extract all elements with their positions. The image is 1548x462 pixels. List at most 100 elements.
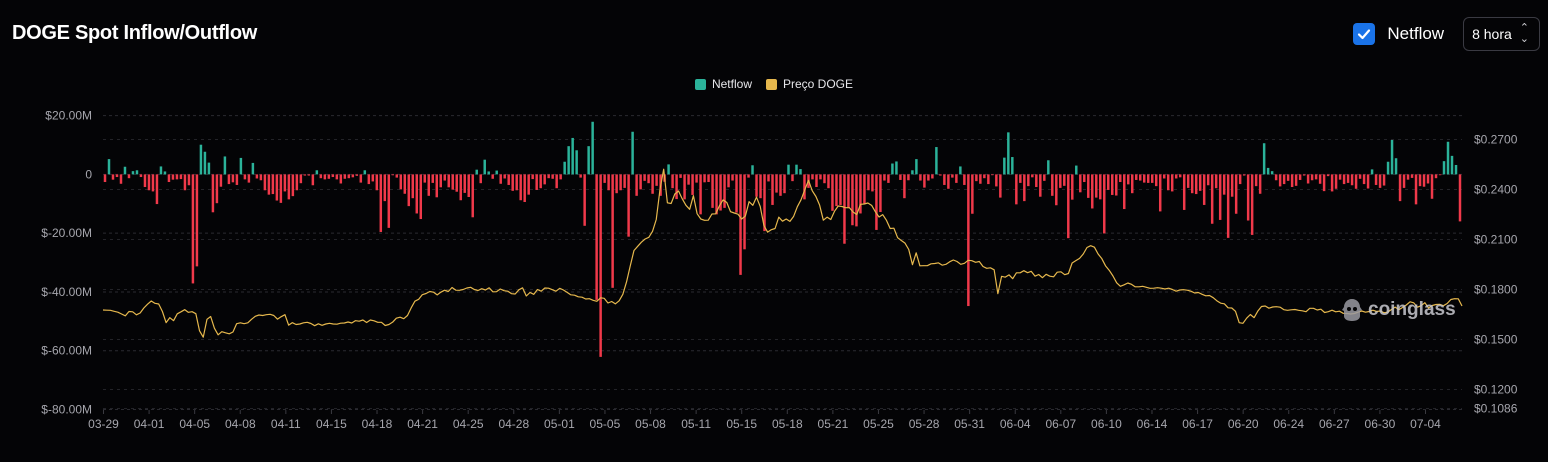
netflow-bar	[1450, 155, 1454, 175]
netflow-bar	[1182, 174, 1186, 210]
netflow-bar	[831, 174, 834, 211]
netflow-bar	[911, 170, 914, 175]
netflow-bar	[1067, 174, 1070, 239]
netflow-bar	[919, 174, 922, 181]
netflow-bar	[215, 174, 219, 204]
netflow-bar	[1075, 165, 1078, 175]
netflow-bar	[647, 174, 650, 184]
netflow-bar	[759, 174, 762, 199]
y-right-tick-label: $0.1086	[1474, 402, 1518, 416]
y-right-tick-label: $0.1800	[1474, 283, 1518, 297]
netflow-bar	[887, 174, 890, 183]
netflow-bar	[411, 174, 415, 199]
netflow-bar	[755, 174, 758, 197]
netflow-bar	[1170, 174, 1174, 192]
netflow-bar	[499, 174, 502, 184]
netflow-bar	[923, 174, 926, 188]
netflow-bar	[567, 146, 570, 175]
netflow-bar	[231, 174, 235, 183]
netflow-bar	[951, 174, 954, 178]
netflow-bar	[1158, 174, 1162, 212]
netflow-bar	[479, 174, 482, 184]
netflow-bar	[895, 161, 898, 175]
netflow-bar	[1294, 174, 1298, 186]
netflow-bar	[219, 174, 223, 187]
netflow-bar	[1115, 174, 1118, 196]
netflow-bar	[975, 174, 978, 182]
netflow-bar	[1099, 174, 1102, 200]
x-tick-label: 05-25	[863, 417, 894, 431]
netflow-bar	[1071, 174, 1074, 200]
netflow-bar	[787, 164, 790, 175]
netflow-bar	[1142, 174, 1146, 183]
x-tick-label: 04-28	[498, 417, 529, 431]
netflow-bar	[983, 174, 986, 179]
netflow-bar	[1083, 174, 1086, 183]
netflow-bar	[667, 164, 670, 175]
y-left-tick-label: $-60.00M	[41, 344, 92, 358]
netflow-bar	[1334, 174, 1338, 189]
netflow-bar	[723, 174, 726, 208]
netflow-bar	[459, 174, 462, 201]
netflow-bar	[403, 174, 407, 194]
netflow-bar	[915, 159, 918, 175]
y-left-tick-label: $-40.00M	[41, 285, 92, 299]
netflow-bar	[211, 174, 215, 213]
netflow-bar	[1043, 174, 1046, 181]
x-tick-label: 06-27	[1319, 417, 1350, 431]
netflow-bar	[1438, 174, 1442, 176]
netflow-bar	[1246, 174, 1250, 221]
netflow-bar	[515, 174, 518, 191]
x-tick-label: 04-18	[362, 417, 393, 431]
netflow-bar	[263, 174, 267, 191]
netflow-bar	[995, 174, 998, 187]
netflow-bar	[351, 174, 355, 178]
netflow-bar	[587, 146, 590, 175]
netflow-bar	[555, 174, 558, 189]
netflow-bar	[1354, 174, 1358, 189]
netflow-bar	[507, 174, 510, 185]
netflow-bar	[1414, 174, 1418, 205]
netflow-bar	[451, 174, 454, 190]
netflow-bar	[1382, 174, 1386, 186]
netflow-bar	[871, 174, 874, 192]
coinglass-watermark: coinglass	[1340, 297, 1456, 323]
netflow-bar	[799, 169, 802, 175]
netflow-bar	[599, 174, 602, 357]
netflow-bar	[851, 174, 854, 226]
netflow-bar	[119, 174, 123, 184]
netflow-bar	[359, 174, 363, 183]
y-left-tick-label: 0	[85, 167, 92, 181]
netflow-bar	[439, 174, 442, 188]
netflow-bar	[1386, 161, 1390, 175]
netflow-bar	[1258, 174, 1262, 194]
netflow-bar	[1234, 174, 1238, 214]
netflow-bar	[311, 174, 315, 186]
netflow-bar	[1103, 174, 1106, 234]
netflow-bar	[1254, 174, 1258, 187]
netflow-bar	[607, 174, 610, 191]
netflow-bar	[399, 174, 403, 190]
netflow-bar	[1119, 174, 1122, 183]
x-tick-label: 05-08	[635, 417, 666, 431]
netflow-bar	[1426, 174, 1430, 184]
netflow-bar	[571, 137, 574, 175]
netflow-bar	[1250, 174, 1254, 235]
netflow-bar	[635, 174, 638, 196]
netflow-bar	[107, 159, 111, 175]
netflow-bar	[343, 174, 347, 179]
netflow-bar	[863, 174, 866, 205]
x-tick-label: 06-04	[1000, 417, 1031, 431]
netflow-bar	[583, 174, 586, 226]
price-line	[102, 168, 1463, 338]
netflow-bar	[1290, 174, 1294, 188]
netflow-bar	[823, 174, 826, 184]
netflow-bar	[927, 174, 930, 181]
netflow-bar	[811, 174, 814, 180]
netflow-bar	[1087, 174, 1090, 198]
netflow-bar	[363, 170, 367, 175]
netflow-bar	[603, 174, 606, 183]
netflow-bar	[1146, 174, 1150, 183]
netflow-bar	[1242, 174, 1246, 176]
coinglass-logo-icon	[1342, 299, 1362, 321]
